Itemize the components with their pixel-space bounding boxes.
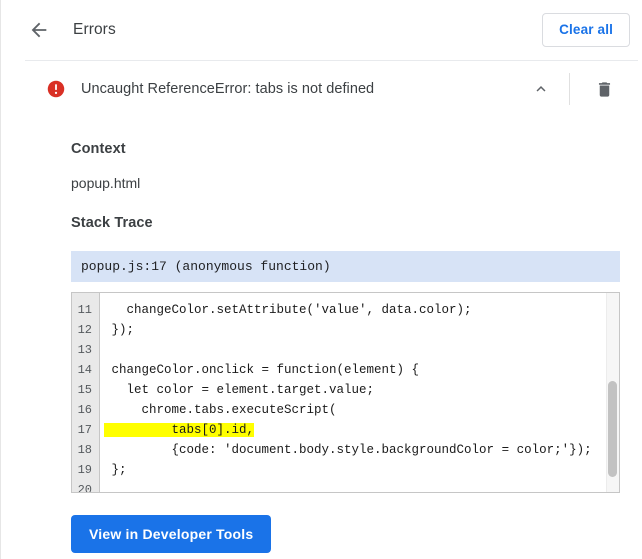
- code-line: changeColor.onclick = function(element) …: [104, 363, 420, 377]
- code-line: };: [104, 463, 127, 477]
- page-title: Errors: [73, 21, 116, 38]
- code-line-number: 11: [77, 303, 92, 317]
- code-scrollbar-track[interactable]: [606, 293, 619, 492]
- chevron-up-icon: [536, 86, 546, 92]
- code-line-number: 19: [77, 463, 92, 477]
- view-in-developer-tools-button[interactable]: View in Developer Tools: [71, 515, 272, 553]
- code-line: chrome.tabs.executeScript(: [104, 403, 337, 417]
- error-circle-icon: [47, 80, 65, 98]
- code-lines-area[interactable]: changeColor.setAttribute('value', data.c…: [100, 293, 619, 492]
- code-line-number: 15: [77, 383, 92, 397]
- stack-trace-heading: Stack Trace: [71, 215, 153, 231]
- back-button[interactable]: [27, 18, 51, 42]
- trash-icon: [598, 81, 610, 97]
- code-scrollbar-thumb[interactable]: [608, 381, 617, 477]
- code-line: let color = element.target.value;: [104, 383, 375, 397]
- context-heading: Context: [71, 141, 126, 157]
- code-line-number: 14: [77, 363, 92, 377]
- row-divider: [569, 73, 570, 105]
- error-detail: Context popup.html Stack Trace popup.js:…: [25, 117, 638, 553]
- code-line: tabs[0].id,: [104, 423, 255, 437]
- code-line-number: 17: [77, 423, 92, 437]
- code-line: changeColor.setAttribute('value', data.c…: [104, 303, 472, 317]
- error-message: Uncaught ReferenceError: tabs is not def…: [81, 81, 375, 97]
- code-line: {code: 'document.body.style.backgroundCo…: [104, 443, 592, 457]
- delete-error-button[interactable]: [584, 69, 624, 109]
- code-line-number: 16: [77, 403, 92, 417]
- clear-all-button[interactable]: Clear all: [542, 13, 630, 47]
- context-value: popup.html: [71, 175, 141, 191]
- code-gutter: 11 12 13 14 15 16 17 18 19 20: [72, 293, 100, 492]
- code-line-number: 18: [77, 443, 92, 457]
- error-summary-row[interactable]: Uncaught ReferenceError: tabs is not def…: [25, 61, 638, 117]
- error-card: Uncaught ReferenceError: tabs is not def…: [25, 60, 638, 553]
- code-viewer: 11 12 13 14 15 16 17 18 19 20 changeColor.setAttr…: [71, 292, 620, 493]
- arrow-left-icon: [31, 22, 47, 38]
- code-line-number: 12: [77, 323, 92, 337]
- code-line-number: 20: [77, 483, 92, 493]
- stack-frame-item[interactable]: popup.js:17 (anonymous function): [71, 251, 620, 282]
- code-line-number: 13: [77, 343, 92, 357]
- code-line: });: [104, 323, 135, 337]
- errors-page: Errors Clear all Uncaught ReferenceError…: [0, 0, 642, 559]
- page-header: Errors Clear all: [1, 0, 642, 60]
- collapse-toggle-button[interactable]: [521, 69, 561, 109]
